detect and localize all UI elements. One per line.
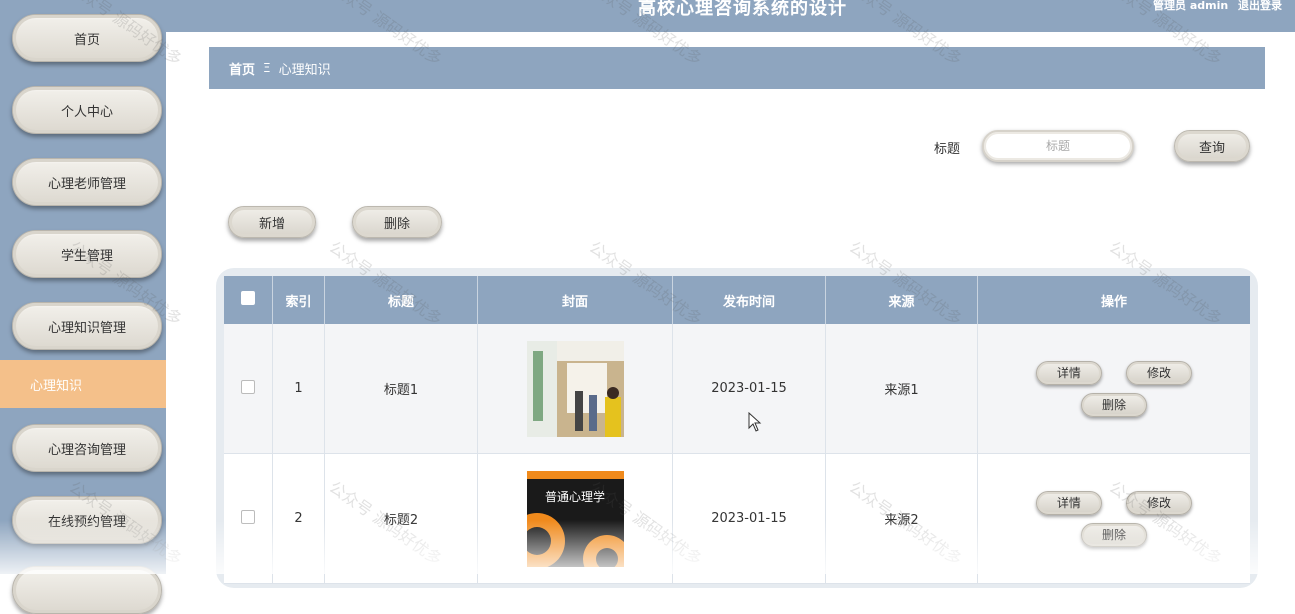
col-cover: 封面 bbox=[477, 276, 673, 324]
col-date: 发布时间 bbox=[672, 276, 826, 324]
data-table-container: 索引 标题 封面 发布时间 来源 操作 1 标题1 2023-01-15 来源1… bbox=[216, 268, 1258, 588]
row-select-cell bbox=[224, 324, 273, 454]
breadcrumb-home[interactable]: 首页 bbox=[229, 59, 255, 78]
sidebar-item-knowledge[interactable]: 心理知识 bbox=[0, 360, 166, 408]
edit-button[interactable]: 修改 bbox=[1126, 490, 1193, 515]
breadcrumb-separator-icon: Ξ bbox=[263, 61, 271, 75]
search-input[interactable] bbox=[982, 130, 1134, 162]
col-index: 索引 bbox=[272, 276, 325, 324]
search-button[interactable]: 查询 bbox=[1174, 130, 1250, 162]
row-checkbox[interactable] bbox=[241, 379, 255, 394]
delete-button[interactable]: 删除 bbox=[1081, 392, 1147, 417]
cover-image: 普通心理学 bbox=[526, 470, 624, 567]
row-date: 2023-01-15 bbox=[672, 324, 826, 454]
sidebar-item-appointment-management[interactable]: 在线预约管理 bbox=[12, 496, 162, 544]
add-button[interactable]: 新增 bbox=[228, 206, 316, 238]
row-source: 来源2 bbox=[825, 453, 978, 584]
breadcrumb-current: 心理知识 bbox=[278, 62, 331, 78]
sidebar: 首页 个人中心 心理老师管理 学生管理 心理知识管理 心理知识 心理咨询管理 在… bbox=[0, 0, 166, 614]
select-all-cell bbox=[224, 276, 273, 324]
admin-user: 管理员 admin bbox=[1153, 0, 1229, 12]
sidebar-item-home[interactable]: 首页 bbox=[12, 14, 162, 62]
row-actions: 详情 修改 删除 bbox=[977, 453, 1250, 584]
sidebar-item-more[interactable] bbox=[12, 566, 162, 614]
row-title: 标题1 bbox=[324, 324, 478, 454]
sidebar-item-teacher-management[interactable]: 心理老师管理 bbox=[12, 158, 162, 206]
cover-image bbox=[526, 340, 624, 437]
sidebar-item-student-management[interactable]: 学生管理 bbox=[12, 230, 162, 278]
select-all-checkbox[interactable] bbox=[241, 291, 255, 305]
col-source: 来源 bbox=[825, 276, 978, 324]
row-cover-cell: 普通心理学 bbox=[477, 453, 673, 584]
table-row: 2 标题2 普通心理学 2023-01-15 来源2 详情 修改 删除 bbox=[224, 453, 1250, 584]
row-source: 来源1 bbox=[825, 324, 978, 454]
app-title: 高校心理咨询系统的设计 bbox=[638, 0, 847, 19]
mouse-cursor-icon bbox=[748, 412, 762, 432]
detail-button[interactable]: 详情 bbox=[1035, 360, 1102, 385]
sidebar-item-knowledge-management[interactable]: 心理知识管理 bbox=[12, 302, 162, 350]
row-checkbox[interactable] bbox=[241, 509, 255, 524]
table-header-row: 索引 标题 封面 发布时间 来源 操作 bbox=[224, 276, 1250, 324]
row-index: 1 bbox=[272, 324, 325, 454]
row-index: 2 bbox=[272, 453, 325, 584]
row-select-cell bbox=[224, 453, 273, 584]
row-date: 2023-01-15 bbox=[672, 453, 826, 584]
table-row: 1 标题1 2023-01-15 来源1 详情 修改 删除 bbox=[224, 324, 1250, 454]
data-table: 索引 标题 封面 发布时间 来源 操作 1 标题1 2023-01-15 来源1… bbox=[224, 276, 1250, 584]
sidebar-item-consult-management[interactable]: 心理咨询管理 bbox=[12, 424, 162, 472]
col-title: 标题 bbox=[324, 276, 478, 324]
logout-link[interactable]: 退出登录 bbox=[1238, 0, 1282, 13]
detail-button[interactable]: 详情 bbox=[1035, 490, 1102, 515]
breadcrumb: 首页 Ξ 心理知识 bbox=[209, 47, 1265, 89]
delete-button[interactable]: 删除 bbox=[1081, 522, 1147, 547]
cover-text: 普通心理学 bbox=[544, 489, 604, 504]
row-title: 标题2 bbox=[324, 453, 478, 584]
col-actions: 操作 bbox=[977, 276, 1250, 324]
search-label: 标题 bbox=[934, 142, 961, 157]
edit-button[interactable]: 修改 bbox=[1126, 360, 1193, 385]
batch-delete-button[interactable]: 删除 bbox=[352, 206, 442, 238]
row-cover-cell bbox=[477, 324, 673, 454]
sidebar-item-personal-center[interactable]: 个人中心 bbox=[12, 86, 162, 134]
row-actions: 详情 修改 删除 bbox=[977, 324, 1250, 454]
